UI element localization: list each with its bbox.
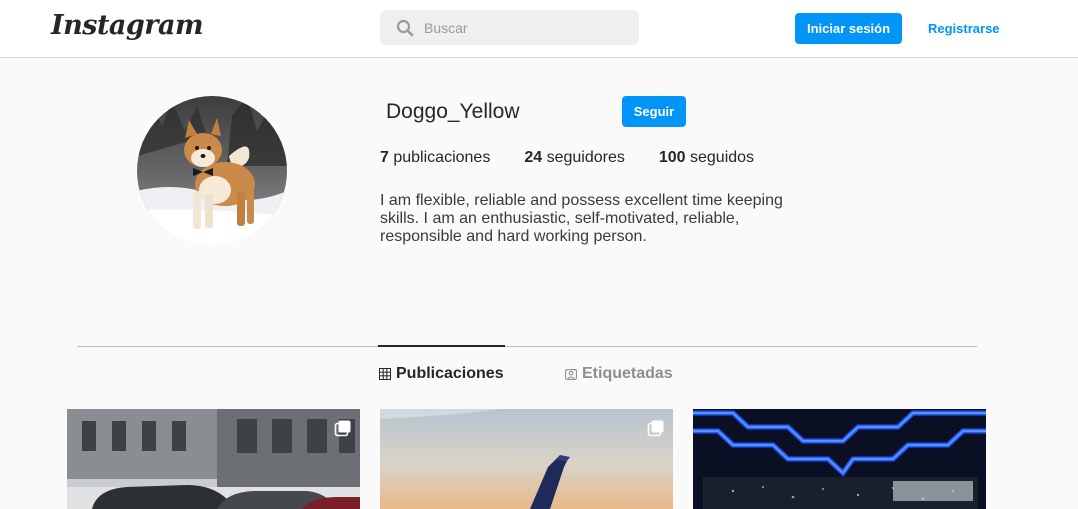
profile-bio: I am flexible, reliable and possess exce… [380,192,783,245]
login-button[interactable]: Iniciar sesión [795,13,902,44]
grid-icon [379,368,391,380]
multiple-photos-icon [647,420,664,437]
stat-followers-count: 24 [524,149,543,166]
neon-lights-photo [693,409,986,509]
stat-posts: 7 publicaciones [380,149,490,167]
tab-publicaciones-label: Publicaciones [396,365,504,382]
street-photo [67,409,360,509]
profile-stats: 7 publicaciones 24 seguidores 100 seguid… [380,149,788,167]
stat-posts-label: publicaciones [393,149,491,166]
top-navigation-bar: Instagram Iniciar sesión Registrarse [0,0,1078,58]
stat-followers-label: seguidores [546,149,625,166]
search-icon [396,19,414,36]
tabs-divider [77,346,977,347]
register-link[interactable]: Registrarse [920,13,1008,44]
tab-publicaciones[interactable]: Publicaciones [379,365,504,383]
profile-username: Doggo_Yellow [386,100,520,123]
instagram-logo[interactable]: Instagram [51,10,204,41]
post-thumbnail[interactable] [380,409,673,509]
search-box[interactable] [380,10,639,45]
stat-following-count: 100 [658,149,686,166]
post-thumbnail[interactable] [67,409,360,509]
tab-etiquetadas[interactable]: Etiquetadas [565,365,673,383]
shiba-dog-photo [137,96,287,246]
stat-posts-count: 7 [380,149,389,166]
multiple-photos-icon [334,420,351,437]
follow-button[interactable]: Seguir [622,96,686,127]
tagged-icon [565,369,577,380]
stat-following[interactable]: 100 seguidos [659,149,754,167]
stat-followers[interactable]: 24 seguidores [524,149,625,167]
tab-etiquetadas-label: Etiquetadas [582,365,673,382]
profile-avatar[interactable] [137,96,287,246]
active-tab-indicator [378,345,505,347]
stat-following-label: seguidos [690,149,755,166]
post-thumbnail[interactable] [693,409,986,509]
airplane-wing-photo [380,409,673,509]
search-input[interactable] [424,19,614,36]
